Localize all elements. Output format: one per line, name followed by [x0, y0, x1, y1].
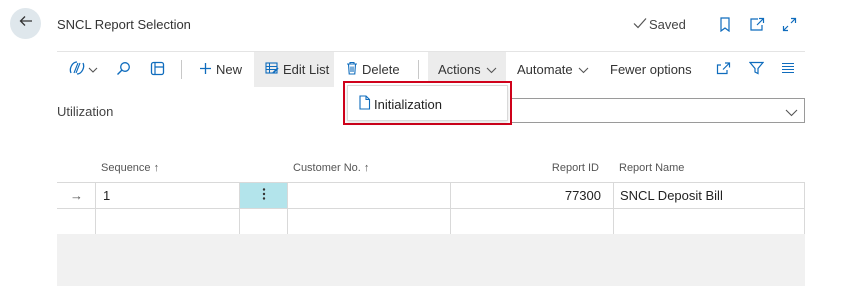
share-button[interactable]: [716, 52, 731, 87]
chevron-down-icon: [578, 62, 589, 77]
column-header-report-name[interactable]: Report Name: [619, 162, 684, 174]
copilot-icon: [68, 60, 86, 79]
fewer-options-label: Fewer options: [610, 62, 692, 77]
bookmark-icon[interactable]: [717, 16, 733, 32]
new-document-icon: [358, 95, 371, 113]
initialization-menu-item[interactable]: Initialization: [358, 95, 442, 113]
fewer-options-button[interactable]: Fewer options: [610, 52, 692, 87]
plus-icon: [199, 62, 212, 78]
analysis-mode-button[interactable]: [150, 52, 165, 87]
saved-label: Saved: [649, 17, 686, 32]
table-row[interactable]: [57, 209, 805, 236]
report-id-cell[interactable]: [450, 209, 613, 235]
search-icon: [116, 61, 131, 79]
customer-no-cell[interactable]: [287, 209, 450, 235]
list-view-button[interactable]: [781, 52, 795, 87]
arrow-left-icon: [18, 13, 34, 34]
row-indicator-icon: →: [70, 188, 83, 203]
automate-menu-button[interactable]: Automate: [517, 52, 589, 87]
checkmark-icon: [633, 17, 647, 32]
sequence-cell[interactable]: [95, 209, 239, 235]
chevron-down-icon: [88, 62, 98, 77]
search-button[interactable]: [116, 52, 131, 87]
row-actions-cell[interactable]: [239, 209, 287, 235]
trash-icon: [346, 61, 358, 78]
list-icon: [781, 62, 795, 77]
expand-icon[interactable]: [781, 16, 797, 32]
edit-list-icon: [265, 61, 279, 78]
row-indicator-icon: [57, 209, 96, 235]
toolbar-separator: [418, 60, 419, 79]
row-actions-button[interactable]: [239, 183, 287, 208]
toolbar-separator: [181, 60, 182, 79]
report-id-cell[interactable]: 77300: [450, 183, 613, 208]
utilization-label: Utilization: [57, 104, 114, 119]
empty-grid-area: [57, 234, 805, 286]
customer-no-cell[interactable]: [287, 183, 450, 208]
automate-label: Automate: [517, 62, 573, 77]
more-options-icon: [262, 187, 266, 204]
analysis-mode-icon: [150, 61, 165, 79]
filter-button[interactable]: [748, 52, 765, 87]
column-header-sequence[interactable]: Sequence ↑: [101, 162, 159, 174]
utilization-select[interactable]: [506, 98, 805, 123]
initialization-label: Initialization: [374, 96, 442, 112]
copilot-button[interactable]: [68, 52, 98, 87]
edit-list-button[interactable]: Edit List: [254, 52, 334, 87]
back-button[interactable]: [10, 8, 41, 39]
chevron-down-icon: [486, 62, 497, 77]
new-button[interactable]: New: [199, 52, 242, 87]
saved-status: Saved: [633, 17, 686, 32]
sequence-cell[interactable]: 1: [95, 183, 239, 208]
new-label: New: [216, 62, 243, 77]
edit-list-label: Edit List: [283, 62, 330, 77]
delete-label: Delete: [362, 62, 400, 77]
filter-icon: [748, 61, 765, 78]
open-in-new-window-icon[interactable]: [749, 16, 765, 32]
report-selection-table: → 1 77300 SNCL Deposit Bill: [57, 182, 805, 236]
actions-dropdown-panel: Initialization: [347, 85, 508, 121]
actions-dropdown-menu: Initialization: [343, 81, 512, 125]
column-header-customer-no[interactable]: Customer No. ↑: [293, 162, 369, 174]
page-title: SNCL Report Selection: [57, 17, 191, 32]
report-name-cell[interactable]: [613, 209, 805, 235]
report-name-cell[interactable]: SNCL Deposit Bill: [613, 183, 805, 208]
actions-label: Actions: [438, 62, 481, 77]
table-row[interactable]: → 1 77300 SNCL Deposit Bill: [57, 182, 805, 209]
column-header-report-id[interactable]: Report ID: [552, 162, 599, 174]
chevron-down-icon: [785, 104, 798, 122]
share-icon: [716, 61, 731, 78]
